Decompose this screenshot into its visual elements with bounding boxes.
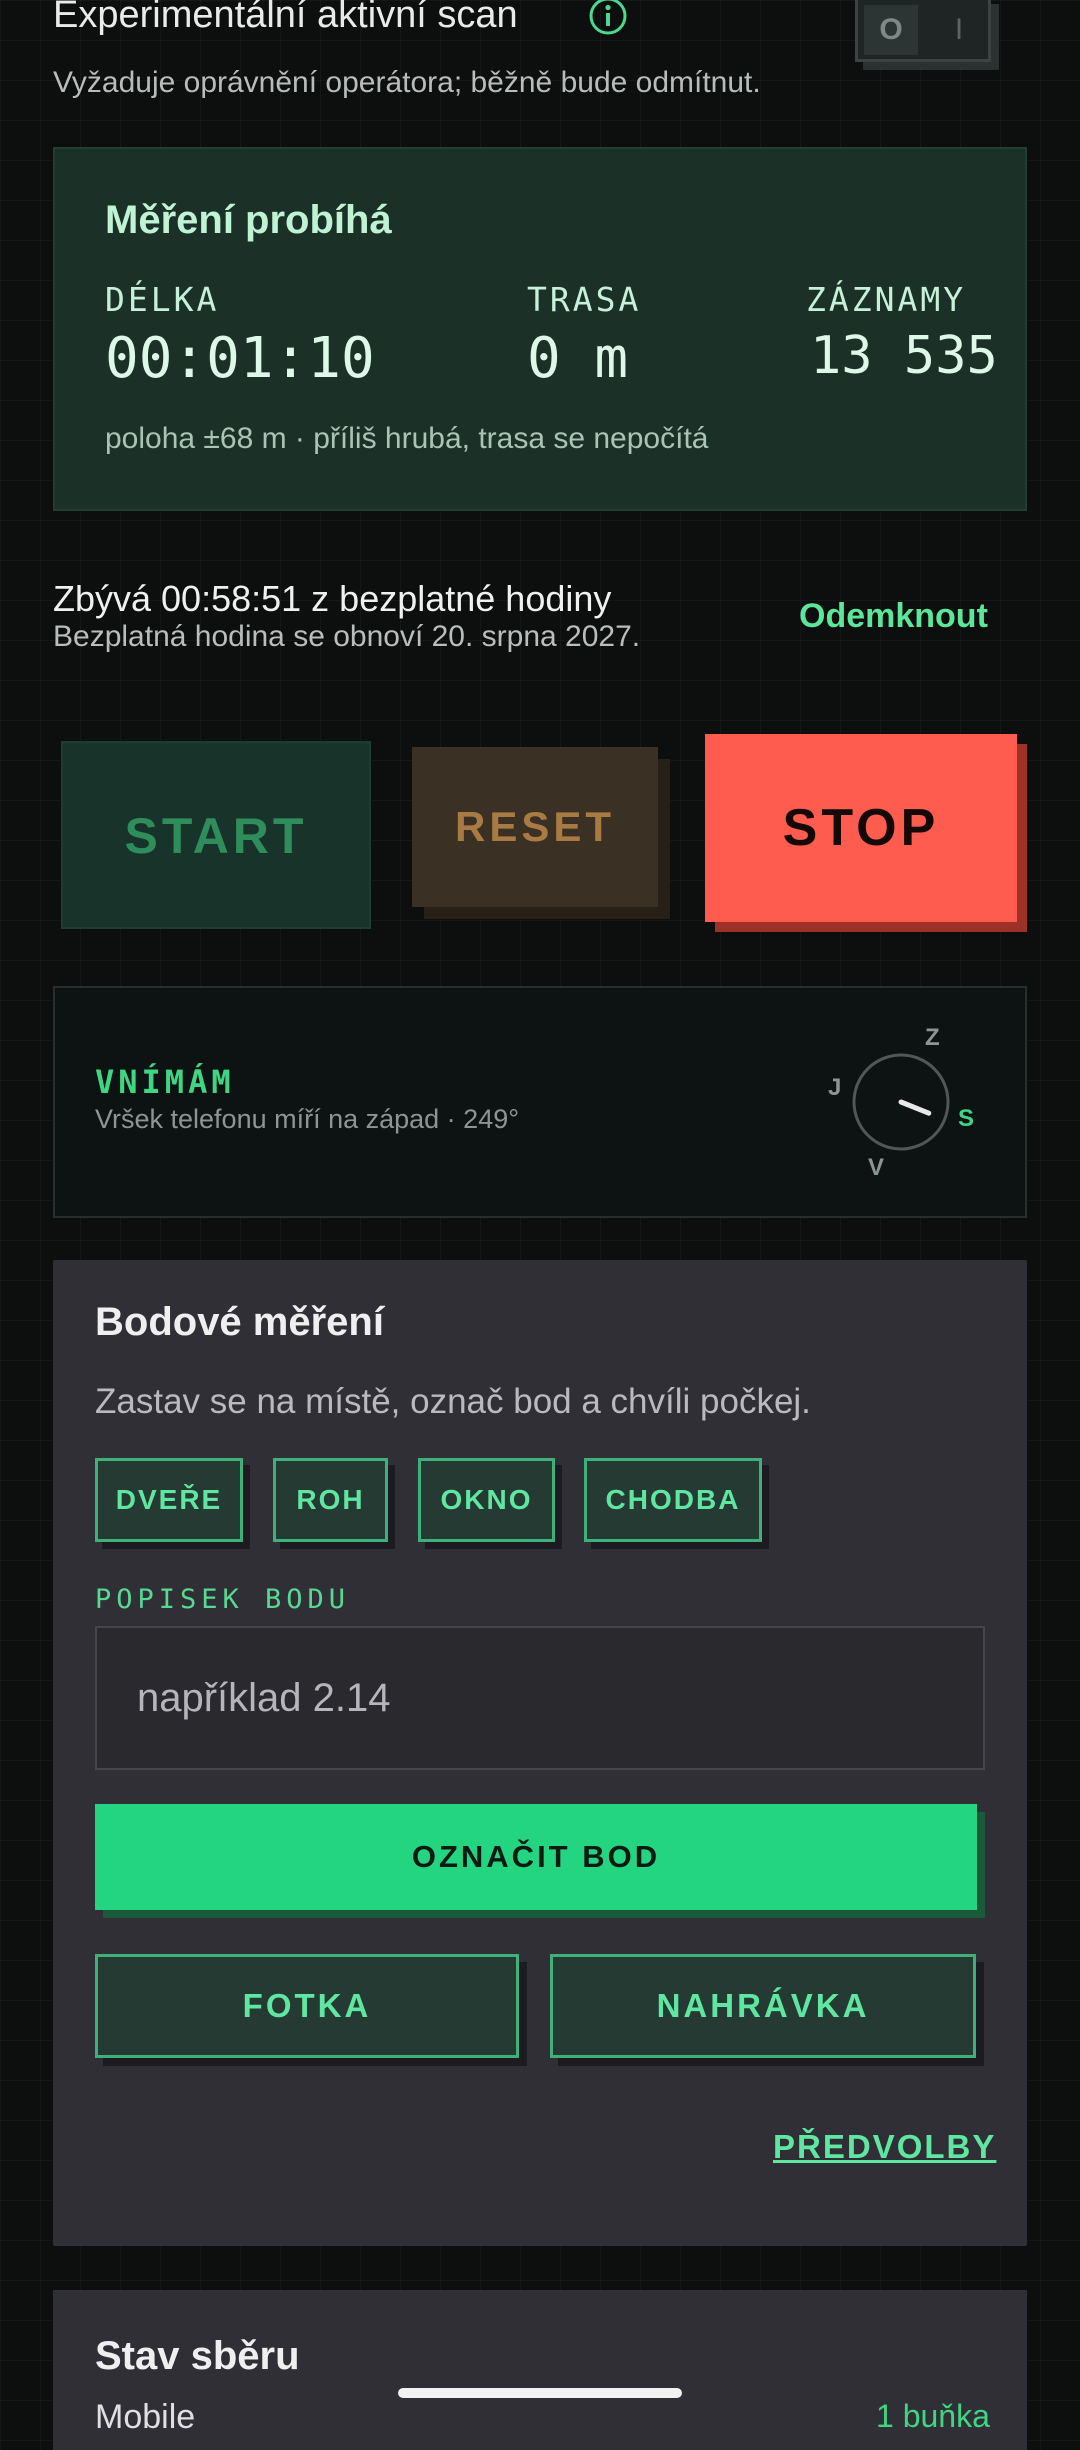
collection-status-title: Stav sběru [95, 2334, 300, 2378]
compass-icon: Z S V J [828, 1024, 974, 1181]
compass-needle [898, 1099, 932, 1116]
start-button[interactable]: START [61, 741, 371, 929]
toggle-off-label: O [864, 5, 918, 55]
sensing-label: VNÍMÁM [95, 1063, 235, 1101]
stop-button[interactable]: STOP [705, 734, 1017, 922]
records-value: 13 535 [810, 326, 998, 386]
measurement-title: Měření probíhá [105, 198, 392, 242]
compass-label-top: Z [925, 1024, 940, 1051]
info-icon[interactable] [588, 0, 628, 36]
route-label: TRASA [527, 280, 642, 319]
home-indicator[interactable] [398, 2388, 682, 2398]
mark-point-button[interactable]: OZNAČIT BOD [95, 1804, 977, 1910]
point-measurement-title: Bodové měření [95, 1300, 384, 1344]
reset-button[interactable]: RESET [412, 747, 658, 907]
location-accuracy-note: poloha ±68 m · příliš hrubá, trasa se ne… [105, 422, 709, 455]
experimental-scan-subtitle: Vyžaduje oprávnění operátora; běžně bude… [53, 66, 761, 99]
photo-button[interactable]: FOTKA [95, 1954, 519, 2058]
heading-detail: Vršek telefonu míří na západ · 249° [95, 1104, 520, 1134]
recording-button[interactable]: NAHRÁVKA [550, 1954, 976, 2058]
compass-label-left: J [828, 1074, 841, 1101]
records-label: ZÁZNAMY [806, 280, 967, 319]
compass-label-bottom: V [868, 1154, 884, 1181]
toggle-on-label: I [954, 13, 964, 46]
active-scan-toggle[interactable]: O I [855, 0, 991, 62]
free-hour-renewal: Bezplatná hodina se obnoví 20. srpna 202… [53, 620, 641, 653]
experimental-scan-title: Experimentální aktivní scan [53, 0, 518, 36]
mobile-label: Mobile [95, 2398, 196, 2436]
chip-corner[interactable]: ROH [273, 1458, 388, 1542]
point-measurement-help: Zastav se na místě, označ bod a chvíli p… [95, 1382, 811, 1421]
chip-window[interactable]: OKNO [418, 1458, 555, 1542]
presets-link[interactable]: PŘEDVOLBY [773, 2128, 996, 2166]
free-hour-remaining: Zbývá 00:58:51 z bezplatné hodiny [53, 578, 612, 619]
point-label-caption: POPISEK BODU [95, 1584, 351, 1615]
route-value: 0 m [527, 326, 629, 391]
point-label-input[interactable] [95, 1626, 985, 1770]
chip-door[interactable]: DVEŘE [95, 1458, 243, 1542]
compass-label-right: S [958, 1105, 974, 1132]
chip-corridor[interactable]: CHODBA [584, 1458, 762, 1542]
duration-value: 00:01:10 [105, 326, 375, 391]
mobile-cell-count: 1 buňka [876, 2398, 990, 2434]
duration-label: DÉLKA [105, 280, 220, 319]
unlock-link[interactable]: Odemknout [799, 597, 988, 636]
